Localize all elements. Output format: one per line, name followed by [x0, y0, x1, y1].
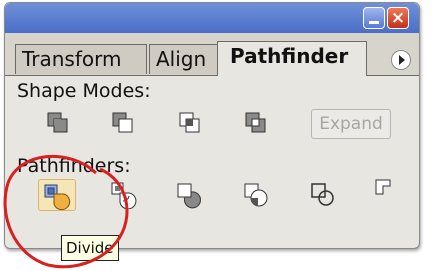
close-icon: × — [390, 8, 406, 28]
crop-button[interactable] — [238, 179, 276, 211]
tab-pathfinder[interactable]: Pathfinder — [217, 41, 367, 76]
shape-modes-label: Shape Modes: — [17, 80, 151, 102]
tab-align[interactable]: Align — [149, 44, 219, 74]
exclude-overlapping-shape-areas-icon — [245, 112, 266, 133]
panel-title-bar[interactable]: × — [5, 3, 419, 33]
add-to-shape-area-icon — [47, 112, 68, 133]
close-button[interactable]: × — [387, 7, 409, 29]
highlight-circle-annotation — [3, 154, 129, 269]
merge-button[interactable] — [171, 179, 209, 211]
minus-back-icon — [375, 179, 391, 195]
crop-icon — [244, 183, 268, 207]
subtract-from-shape-area-icon — [112, 112, 133, 133]
outline-button[interactable] — [305, 179, 343, 211]
exclude-overlapping-shape-areas-button[interactable] — [239, 108, 277, 140]
expand-button[interactable]: Expand — [311, 109, 391, 139]
panel-menu-button[interactable] — [391, 50, 411, 70]
tab-strip: Transform Align Pathfinder — [5, 33, 419, 76]
minus-back-button[interactable] — [369, 175, 407, 207]
intersect-shape-areas-button[interactable] — [173, 108, 211, 140]
minimize-button[interactable] — [363, 7, 385, 29]
outline-icon — [311, 183, 334, 206]
merge-icon — [177, 183, 201, 209]
tab-transform[interactable]: Transform — [15, 44, 147, 74]
intersect-shape-areas-icon — [179, 112, 200, 133]
add-to-shape-area-button[interactable] — [41, 108, 79, 140]
subtract-from-shape-area-button[interactable] — [106, 108, 144, 140]
